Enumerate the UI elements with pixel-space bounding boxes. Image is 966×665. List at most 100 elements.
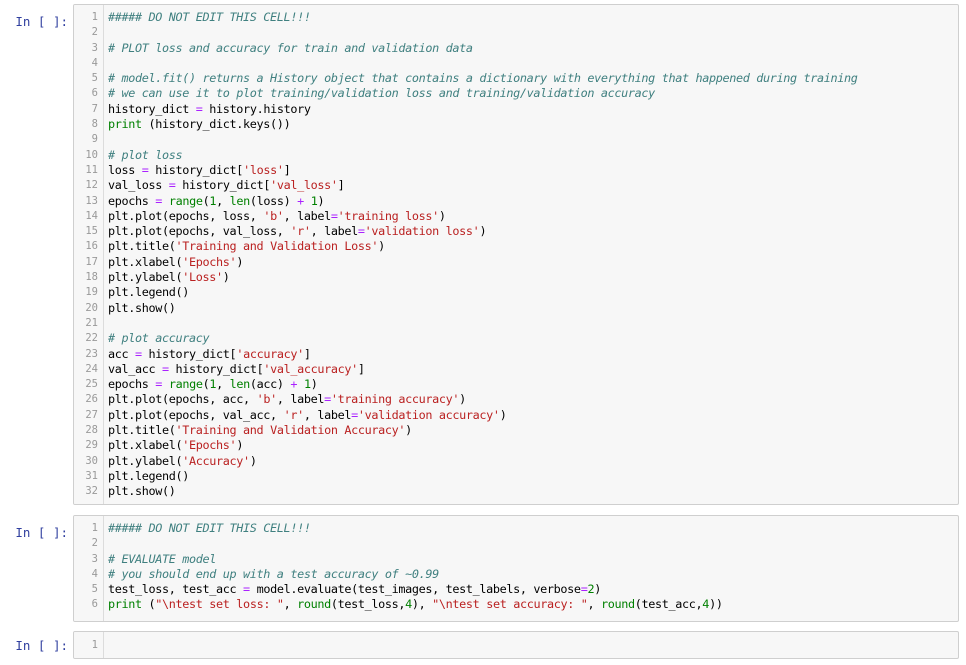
code-line[interactable]: 2 <box>74 25 958 40</box>
code-text: loss = history_dict['loss'] <box>108 162 291 178</box>
line-number: 32 <box>85 485 98 498</box>
code-line[interactable]: 26 plt.plot(epochs, acc, 'b', label='trai… <box>74 392 958 407</box>
code-line[interactable]: 25 epochs = range(1, len(acc) + 1) <box>74 377 958 392</box>
code-text: val_acc = history_dict['val_accuracy'] <box>108 362 365 377</box>
code-line[interactable]: 12 val_loss = history_dict['val_loss'] <box>74 178 958 193</box>
code-token: 'b' <box>263 208 284 223</box>
code-line[interactable]: 4 <box>74 56 958 71</box>
code-line[interactable]: 6 print ("\ntest set loss: ", round(test_… <box>74 597 958 612</box>
code-token: history_dict <box>108 101 196 116</box>
code-text: plt.plot(epochs, val_loss, 'r', label='v… <box>108 224 487 239</box>
code-line[interactable]: 29 plt.xlabel('Epochs') <box>74 438 958 453</box>
code-token: ) <box>317 193 325 208</box>
code-line[interactable]: 3 # PLOT loss and accuracy for train and … <box>74 41 958 56</box>
code-line[interactable]: 19 plt.legend() <box>74 285 958 300</box>
line-number: 8 <box>91 118 98 131</box>
code-text: # you should end up with a test accuracy… <box>108 567 439 582</box>
code-token: ) <box>236 254 244 269</box>
code-line[interactable]: 32 plt.show() <box>74 484 958 499</box>
code-editor[interactable]: 1 <box>73 631 959 659</box>
code-line[interactable]: 16 plt.title('Training and Validation Los… <box>74 239 958 254</box>
line-number: 14 <box>85 209 98 222</box>
code-line[interactable]: 1 <box>74 638 958 653</box>
code-line[interactable]: 5 test_loss, test_acc = model.evaluate(te… <box>74 582 958 597</box>
code-line[interactable]: 30 plt.ylabel('Accuracy') <box>74 454 958 469</box>
code-line[interactable]: 1 ##### DO NOT EDIT THIS CELL!!! <box>74 521 958 536</box>
code-text: # PLOT loss and accuracy for train and v… <box>108 41 473 56</box>
code-line[interactable]: 8 print (history_dict.keys()) <box>74 117 958 132</box>
code-text: plt.xlabel('Epochs') <box>108 255 243 270</box>
line-number: 1 <box>91 639 98 651</box>
code-line[interactable]: 11 loss = history_dict['loss'] <box>74 163 958 178</box>
code-line[interactable]: 7 history_dict = history.history <box>74 102 958 117</box>
code-editor[interactable]: 1 ##### DO NOT EDIT THIS CELL!!! 2 3 # EVALU… <box>73 515 959 622</box>
code-line[interactable]: 22 # plot accuracy <box>74 331 958 346</box>
code-token: loss <box>108 162 142 177</box>
code-token: , <box>587 597 601 612</box>
code-line[interactable]: 13 epochs = range(1, len(loss) + 1) <box>74 194 958 209</box>
code-token: 'accuracy' <box>236 346 304 361</box>
line-number: 6 <box>91 598 98 611</box>
code-lines: 1 <box>74 638 958 653</box>
code-token: len <box>229 193 251 208</box>
code-text: print (history_dict.keys()) <box>108 117 291 132</box>
code-token: plt.ylabel( <box>108 453 183 468</box>
code-lines: 1 ##### DO NOT EDIT THIS CELL!!! 2 3 # EVALU… <box>74 521 958 613</box>
code-line[interactable]: 6 # we can use it to plot training/valida… <box>74 86 958 101</box>
code-line[interactable]: 1 ##### DO NOT EDIT THIS CELL!!! <box>74 10 958 25</box>
code-text: ##### DO NOT EDIT THIS CELL!!! <box>108 521 311 536</box>
code-token: model.evaluate(test_images, test_labels,… <box>249 582 581 597</box>
code-token: , label <box>283 208 332 223</box>
code-line[interactable]: 2 <box>74 536 958 551</box>
code-line[interactable]: 3 # EVALUATE model <box>74 552 958 567</box>
code-line[interactable]: 21 <box>74 316 958 331</box>
code-cell[interactable]: In [ ]: 1 ##### DO NOT EDIT THIS CELL!!! 2… <box>0 4 966 505</box>
code-token: , <box>283 597 298 612</box>
code-token: ##### DO NOT EDIT THIS CELL!!! <box>108 10 311 24</box>
line-number: 16 <box>85 240 98 253</box>
code-cell[interactable]: In [ ]: 1 ##### DO NOT EDIT THIS CELL!!! 2… <box>0 515 966 622</box>
code-token: # EVALUATE model <box>108 551 217 566</box>
code-token: = <box>351 407 358 422</box>
code-cell[interactable]: In [ ]: 1 <box>0 631 966 659</box>
code-line[interactable]: 24 val_acc = history_dict['val_accuracy'] <box>74 362 958 377</box>
code-line[interactable]: 14 plt.plot(epochs, loss, 'b', label='tra… <box>74 209 958 224</box>
code-line[interactable]: 4 # you should end up with a test accurac… <box>74 567 958 582</box>
code-token: plt.plot(epochs, loss, <box>108 208 264 223</box>
line-number: 30 <box>85 454 98 467</box>
code-line[interactable]: 10 # plot loss <box>74 148 958 163</box>
code-line[interactable]: 5 # model.fit() returns a History object … <box>74 71 958 86</box>
code-token: 'r' <box>283 407 305 422</box>
line-number: 7 <box>91 102 98 115</box>
code-token: plt.plot(epochs, acc, <box>108 392 257 407</box>
code-line[interactable]: 17 plt.xlabel('Epochs') <box>74 255 958 270</box>
code-text: plt.title('Training and Validation Loss'… <box>108 239 385 254</box>
code-line[interactable]: 15 plt.plot(epochs, val_loss, 'r', label=… <box>74 224 958 239</box>
code-line[interactable]: 28 plt.title('Training and Validation Acc… <box>74 423 958 438</box>
code-line[interactable]: 27 plt.plot(epochs, val_acc, 'r', label='… <box>74 408 958 423</box>
code-line[interactable]: 23 acc = history_dict['accuracy'] <box>74 347 958 362</box>
code-token: # we can use it to plot training/validat… <box>108 86 655 101</box>
code-token: (test_loss, <box>330 597 406 612</box>
code-line[interactable]: 9 <box>74 132 958 147</box>
code-token: = <box>135 346 142 361</box>
code-token: (loss) <box>249 193 298 208</box>
code-token: plt.title( <box>108 239 176 254</box>
code-token: ( <box>141 597 156 612</box>
code-line[interactable]: 20 plt.show() <box>74 301 958 316</box>
code-token: plt.show() <box>108 484 176 499</box>
line-number: 21 <box>85 316 98 329</box>
code-token: ] <box>337 178 345 193</box>
code-token: 'training loss' <box>337 208 440 223</box>
code-token: ) <box>310 377 318 392</box>
line-number: 6 <box>91 87 98 100</box>
code-token: history.history <box>202 101 311 116</box>
code-text: print ("\ntest set loss: ", round(test_l… <box>108 597 723 612</box>
code-line[interactable]: 18 plt.ylabel('Loss') <box>74 270 958 285</box>
code-line[interactable]: 31 plt.legend() <box>74 469 958 484</box>
line-number: 2 <box>91 26 98 39</box>
code-editor[interactable]: 1 ##### DO NOT EDIT THIS CELL!!! 2 3 # PLOT … <box>73 4 959 505</box>
code-token: acc <box>108 346 136 361</box>
